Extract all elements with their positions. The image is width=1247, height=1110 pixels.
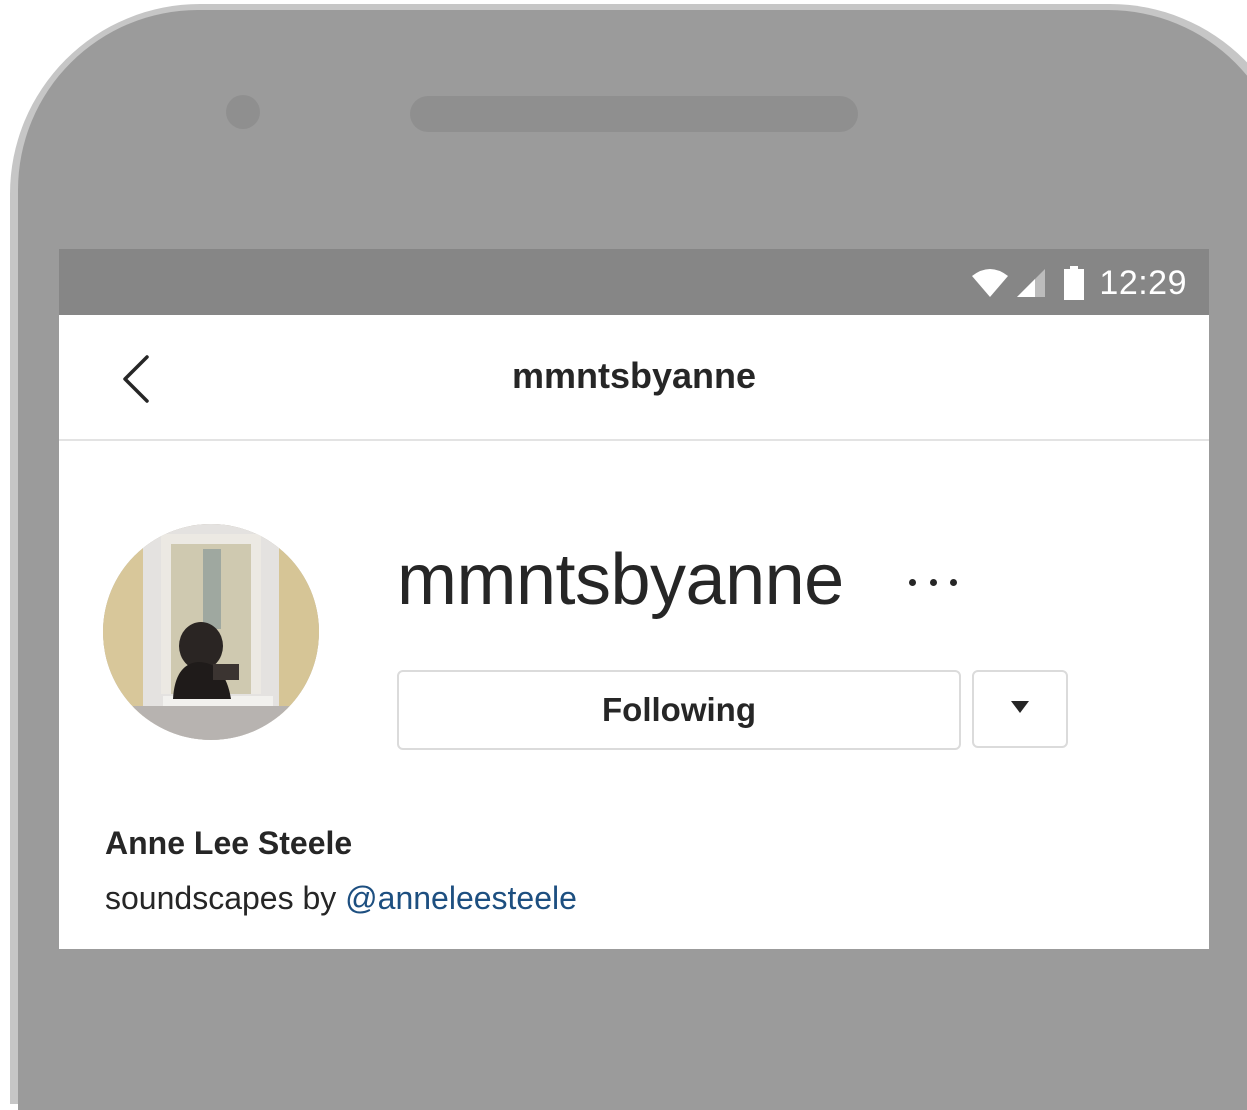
status-bar: 12:29	[59, 249, 1209, 315]
more-dot	[909, 578, 916, 586]
front-camera	[226, 95, 260, 129]
nav-bar: mmntsbyanne	[59, 315, 1209, 441]
phone-screen: 12:29 mmntsbyanne mmntsbyanne Following …	[59, 249, 1209, 949]
profile-bio: soundscapes by @anneleesteele	[105, 880, 577, 917]
following-button[interactable]: Following	[397, 670, 961, 750]
avatar[interactable]	[103, 524, 319, 740]
earpiece-speaker	[410, 96, 858, 132]
profile-full-name: Anne Lee Steele	[105, 825, 353, 861]
suggestions-dropdown-button[interactable]	[972, 670, 1068, 748]
signal-icon	[1015, 268, 1047, 298]
triangle-down-icon	[1011, 700, 1029, 718]
more-horizontal-icon[interactable]	[909, 567, 957, 597]
more-dot	[929, 578, 937, 586]
more-dot	[950, 578, 957, 586]
status-time: 12:29	[1099, 263, 1187, 302]
bio-text: soundscapes by	[105, 880, 337, 916]
wifi-icon	[971, 268, 1009, 298]
nav-title: mmntsbyanne	[511, 355, 757, 396]
battery-icon	[1063, 266, 1085, 300]
status-icons: 12:29	[971, 263, 1187, 302]
bio-mention-link[interactable]: @anneleesteele	[345, 880, 577, 916]
profile-username: mmntsbyanne	[397, 540, 844, 620]
